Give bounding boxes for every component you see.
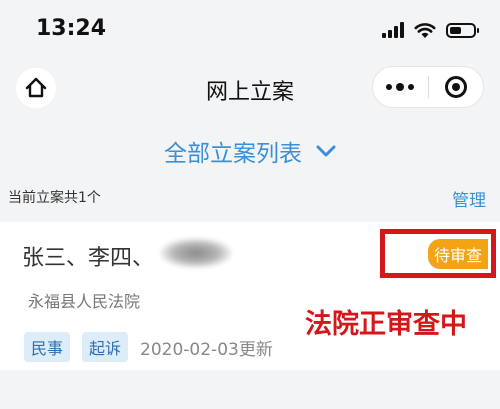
annotation-text: 法院正审查中 bbox=[305, 309, 467, 340]
tag-civil: 民事 bbox=[24, 332, 71, 362]
nav-bar: 网上立案 bbox=[0, 62, 500, 114]
status-bar: 13:24 bbox=[0, 0, 500, 62]
case-tags: 民事 起诉 2020-02-03更新 bbox=[24, 332, 273, 362]
case-count: 当前立案共1个 bbox=[8, 190, 101, 206]
signal-icon bbox=[382, 22, 404, 38]
chevron-down-icon bbox=[316, 145, 336, 157]
list-selector-label: 全部立案列表 bbox=[164, 141, 302, 167]
tag-lawsuit: 起诉 bbox=[82, 332, 129, 362]
target-icon bbox=[444, 76, 467, 98]
redacted-name bbox=[160, 238, 232, 268]
list-selector[interactable]: 全部立案列表 bbox=[0, 134, 500, 168]
battery-icon bbox=[446, 22, 479, 38]
case-updated: 2020-02-03更新 bbox=[140, 339, 273, 360]
close-button[interactable] bbox=[428, 76, 483, 98]
manage-button[interactable]: 管理 bbox=[452, 186, 486, 211]
status-badge: 待审查 bbox=[427, 238, 488, 269]
case-card[interactable]: 张三、李四、 永福县人民法院 民事 起诉 2020-02-03更新 待审查 法院… bbox=[0, 222, 500, 370]
mini-program-capsule bbox=[372, 66, 484, 108]
wifi-icon bbox=[414, 22, 436, 38]
status-icons bbox=[382, 20, 479, 40]
more-dots-icon[interactable] bbox=[373, 83, 428, 91]
status-highlight-box: 待审查 bbox=[380, 229, 496, 278]
status-time: 13:24 bbox=[36, 16, 107, 41]
case-parties: 张三、李四、 bbox=[22, 246, 155, 271]
page-background bbox=[0, 370, 500, 409]
case-court: 永福县人民法院 bbox=[28, 292, 141, 311]
